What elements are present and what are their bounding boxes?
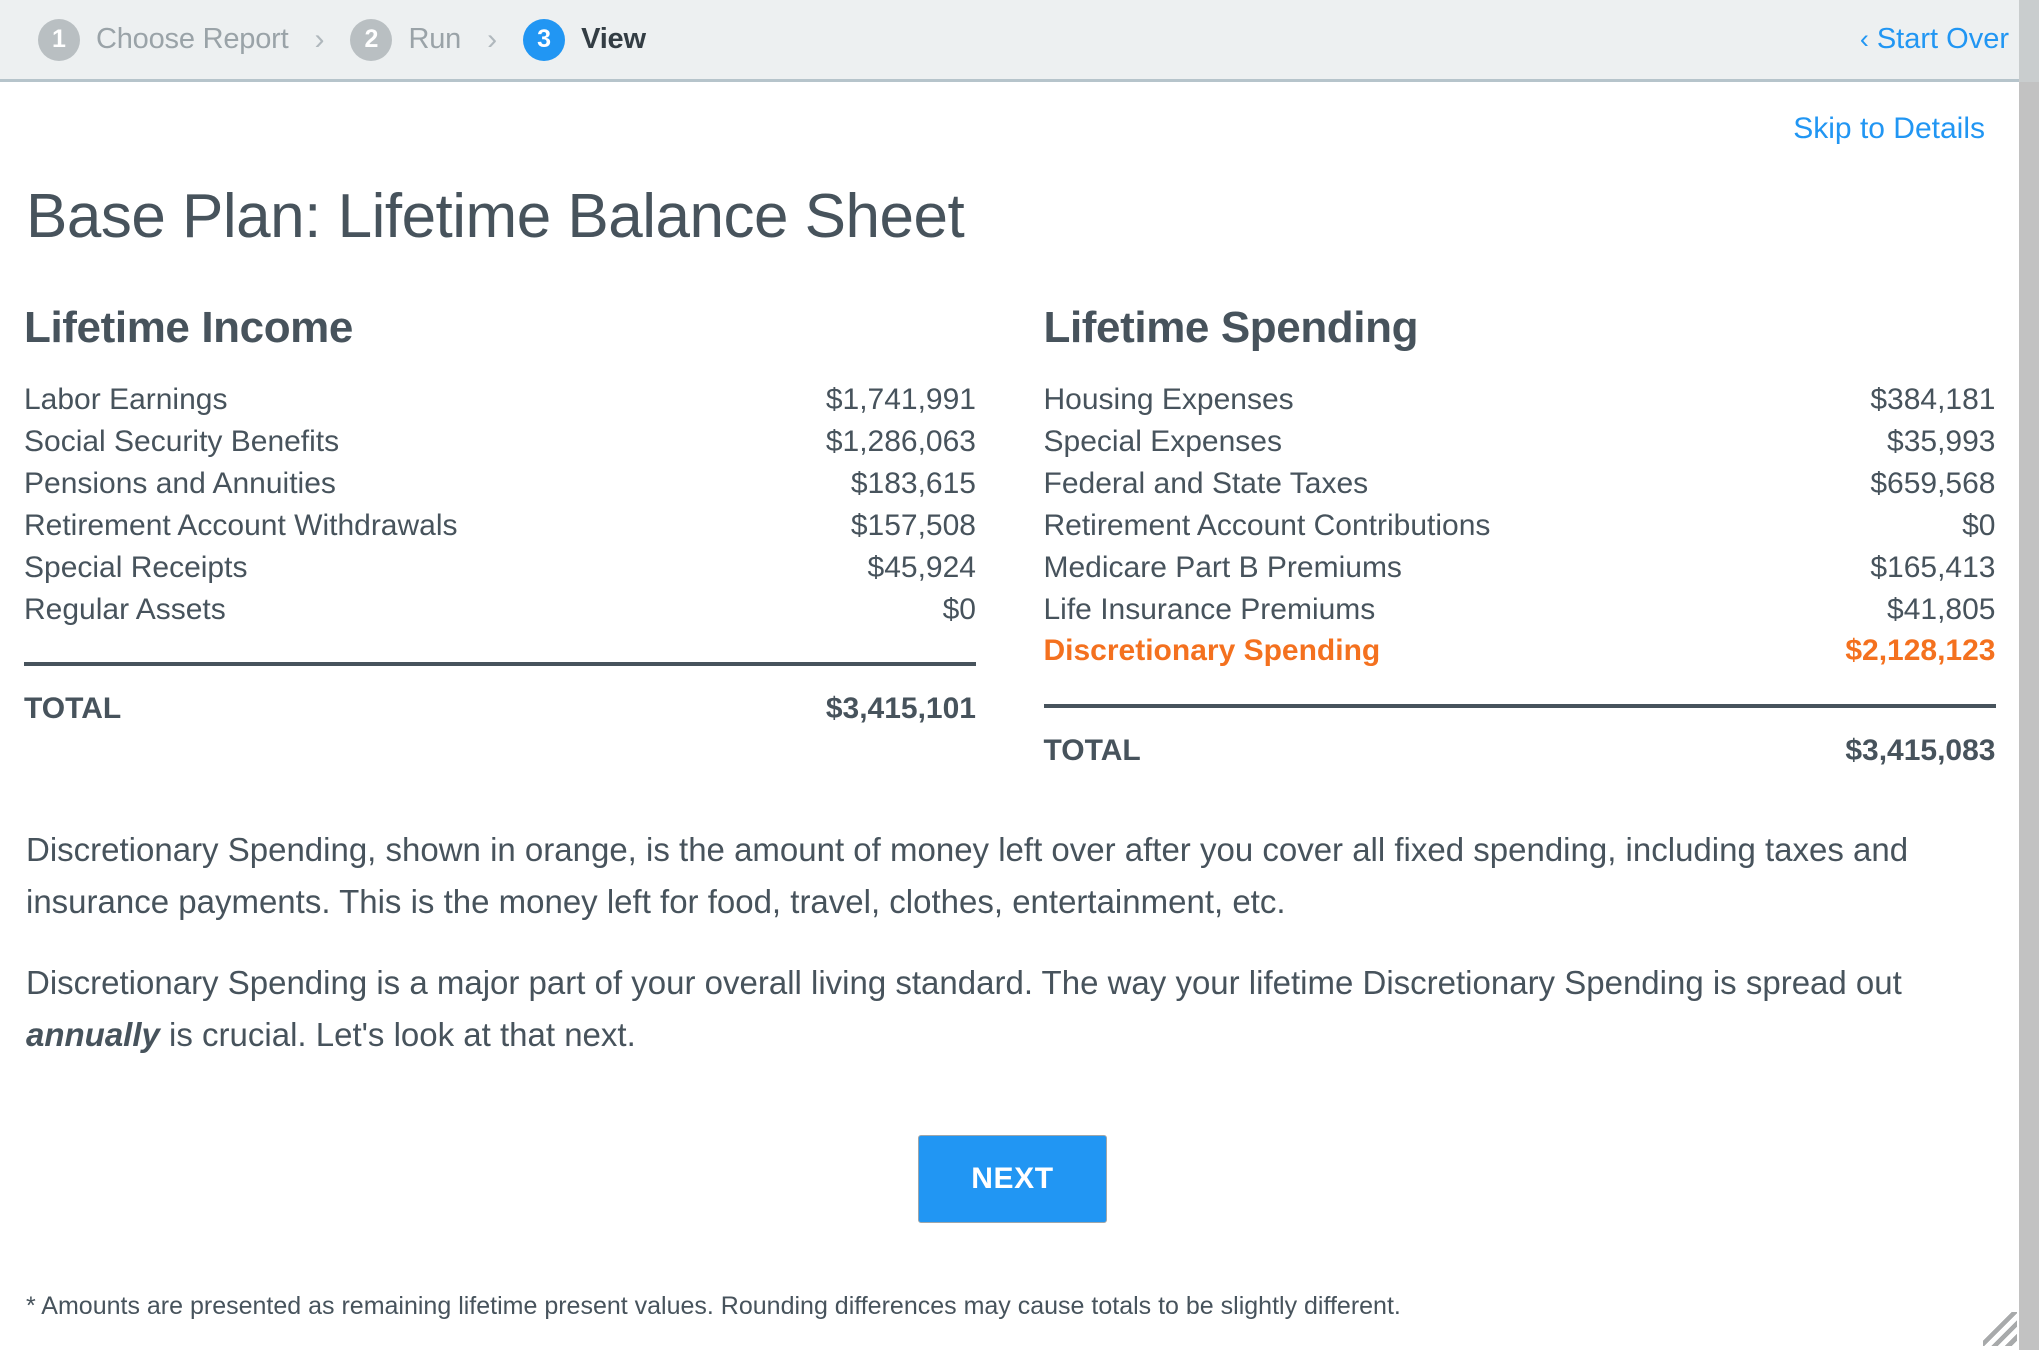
row-value: $0 [1962, 508, 1996, 542]
next-button-row: NEXT [24, 1134, 2001, 1223]
report-content: Skip to Details Base Plan: Lifetime Bala… [0, 82, 2039, 1324]
footnote: * Amounts are presented as remaining lif… [26, 1291, 1401, 1320]
row-label: Medicare Part B Premiums [1043, 550, 1402, 584]
balance-sheet-columns: Lifetime Income Labor Earnings $1,741,99… [24, 303, 2001, 768]
page-title: Base Plan: Lifetime Balance Sheet [26, 182, 965, 251]
row-label: Life Insurance Premiums [1043, 592, 1376, 626]
row-label: Retirement Account Withdrawals [24, 508, 458, 542]
step-2-number-badge: 2 [350, 18, 393, 61]
lifetime-spending-column: Lifetime Spending Housing Expenses $384,… [1043, 303, 2002, 768]
window-resize-handle[interactable] [1983, 1312, 2017, 1346]
row-value: $2,128,123 [1845, 634, 1996, 668]
table-row: Retirement Account Withdrawals $157,508 [24, 505, 976, 547]
breadcrumb: 1 Choose Report › 2 Run › 3 View [38, 18, 646, 61]
start-over-label: Start Over [1876, 23, 2009, 55]
table-row: Federal and State Taxes $659,568 [1044, 463, 1996, 505]
table-row: Special Expenses $35,993 [1044, 421, 1996, 463]
wizard-stepper-bar: 1 Choose Report › 2 Run › 3 View ‹ Start… [0, 0, 2039, 82]
table-row: Housing Expenses $384,181 [1044, 379, 1996, 421]
table-row: Life Insurance Premiums $41,805 [1044, 589, 1996, 631]
row-label: Housing Expenses [1043, 383, 1294, 417]
lifetime-income-column: Lifetime Income Labor Earnings $1,741,99… [24, 303, 982, 768]
row-label: Social Security Benefits [24, 424, 340, 458]
row-label: Retirement Account Contributions [1043, 508, 1491, 542]
row-label: Special Receipts [24, 550, 248, 584]
step-2-label: Run [408, 23, 462, 55]
lifetime-spending-heading: Lifetime Spending [1043, 303, 1419, 353]
window-right-edge-top [2019, 0, 2039, 82]
table-row: Retirement Account Contributions $0 [1044, 505, 1996, 547]
table-row-discretionary-spending: Discretionary Spending $2,128,123 [1044, 630, 1996, 672]
row-value: $0 [942, 592, 976, 626]
start-over-link[interactable]: ‹ Start Over [1860, 23, 2009, 56]
row-label: Discretionary Spending [1043, 634, 1381, 668]
step-1-label: Choose Report [96, 23, 289, 55]
row-value: $659,568 [1870, 466, 1996, 500]
income-total-row: TOTAL $3,415,101 [24, 666, 976, 726]
paragraph-discretionary-importance: Discretionary Spending is a major part o… [26, 957, 1956, 1061]
step-choose-report[interactable]: 1 Choose Report [38, 18, 289, 61]
window-right-edge [2019, 0, 2039, 1350]
row-label: Pensions and Annuities [24, 466, 336, 500]
step-view[interactable]: 3 View [523, 18, 646, 61]
row-value: $1,286,063 [825, 424, 976, 458]
step-separator-2-icon: › [487, 22, 498, 56]
step-3-label: View [581, 23, 646, 55]
row-value: $35,993 [1887, 424, 1996, 458]
app-window: 1 Choose Report › 2 Run › 3 View ‹ Start… [0, 0, 2039, 1350]
paragraph-discretionary-definition: Discretionary Spending, shown in orange,… [26, 831, 1909, 921]
paragraph-2-text-part-1: Discretionary Spending is a major part o… [26, 963, 1902, 1001]
spending-total-row: TOTAL $3,415,083 [1044, 708, 1996, 768]
lifetime-income-rows: Labor Earnings $1,741,991 Social Securit… [24, 379, 976, 630]
row-value: $45,924 [867, 550, 976, 584]
table-row: Pensions and Annuities $183,615 [24, 463, 976, 505]
skip-to-details-link[interactable]: Skip to Details [1793, 112, 1985, 146]
table-row: Social Security Benefits $1,286,063 [24, 421, 976, 463]
step-1-number-badge: 1 [38, 18, 80, 61]
row-value: $41,805 [1887, 592, 1996, 626]
spending-total-value: $3,415,083 [1845, 734, 1996, 768]
income-total-label: TOTAL [24, 692, 122, 726]
paragraph-2-emphasis: annually [26, 1015, 160, 1053]
row-value: $165,413 [1870, 550, 1996, 584]
table-row: Special Receipts $45,924 [24, 547, 976, 589]
table-row: Medicare Part B Premiums $165,413 [1044, 547, 1996, 589]
row-value: $1,741,991 [825, 383, 976, 417]
step-run[interactable]: 2 Run [350, 18, 462, 61]
income-total-value: $3,415,101 [825, 692, 976, 726]
row-label: Federal and State Taxes [1043, 466, 1369, 500]
row-value: $157,508 [850, 508, 976, 542]
explanation-paragraphs: Discretionary Spending, shown in orange,… [26, 824, 1956, 1061]
step-separator-1-icon: › [314, 22, 325, 56]
row-label: Regular Assets [24, 592, 226, 626]
next-button[interactable]: NEXT [918, 1134, 1107, 1223]
row-value: $183,615 [850, 466, 976, 500]
row-label: Labor Earnings [24, 383, 228, 417]
row-label: Special Expenses [1043, 424, 1282, 458]
lifetime-income-heading: Lifetime Income [24, 303, 353, 353]
paragraph-2-text-part-2: is crucial. Let's look at that next. [159, 1015, 636, 1053]
table-row: Regular Assets $0 [24, 589, 976, 631]
step-3-number-badge: 3 [523, 18, 566, 61]
lifetime-spending-rows: Housing Expenses $384,181 Special Expens… [1044, 379, 1996, 672]
row-value: $384,181 [1870, 383, 1996, 417]
skip-to-details-row: Skip to Details [24, 82, 2001, 146]
chevron-left-icon: ‹ [1859, 24, 1869, 54]
table-row: Labor Earnings $1,741,991 [24, 379, 976, 421]
spending-total-label: TOTAL [1043, 734, 1141, 768]
